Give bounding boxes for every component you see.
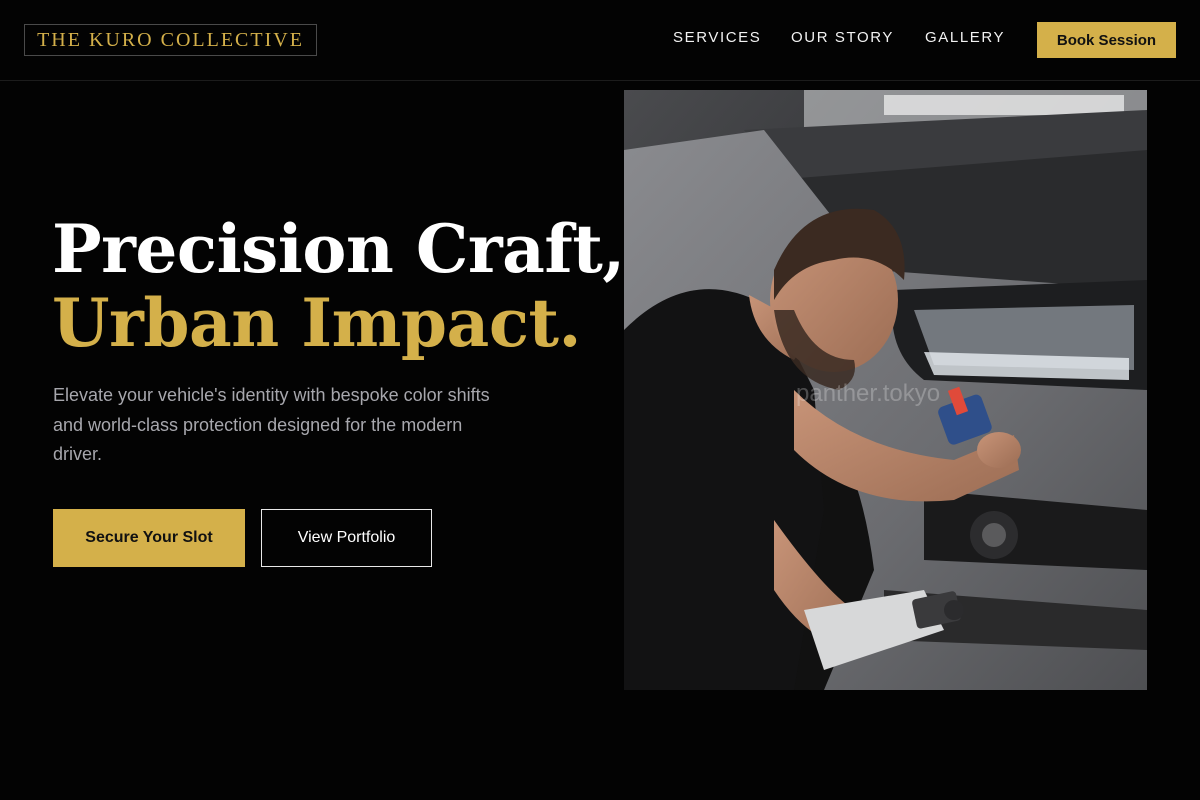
- secure-slot-button[interactable]: Secure Your Slot: [53, 509, 245, 567]
- nav-link-our-story[interactable]: OUR STORY: [791, 29, 894, 47]
- hero-image: panther.tokyo: [624, 90, 1147, 690]
- headline-line-2: Urban Impact.: [52, 284, 581, 362]
- book-session-button[interactable]: Book Session: [1037, 22, 1176, 58]
- headline-line-1: Precision Craft,: [52, 210, 625, 288]
- image-watermark: panther.tokyo: [796, 380, 941, 407]
- hero-headline: Precision Craft, Urban Impact.: [52, 210, 625, 362]
- hero-subtext: Elevate your vehicle's identity with bes…: [53, 385, 490, 464]
- brand-logo[interactable]: THE KURO COLLECTIVE: [24, 24, 317, 56]
- view-portfolio-button[interactable]: View Portfolio: [261, 509, 432, 567]
- site-header: THE KURO COLLECTIVE SERVICES OUR STORY G…: [0, 0, 1200, 81]
- nav-link-services[interactable]: SERVICES: [673, 29, 761, 47]
- nav-link-gallery[interactable]: GALLERY: [925, 29, 1005, 47]
